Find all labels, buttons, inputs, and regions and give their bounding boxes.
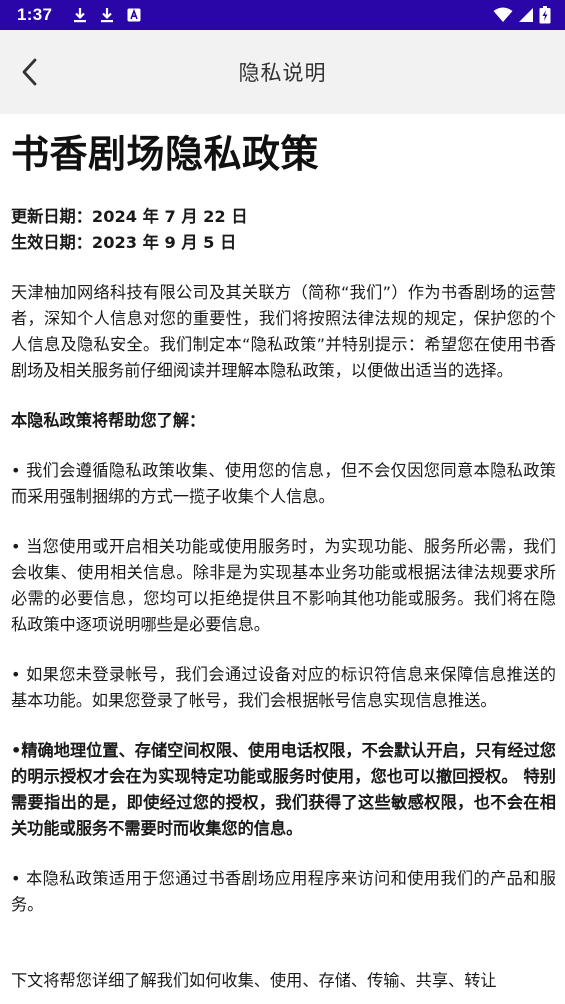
bullet-paragraph: • 当您使用或开启相关功能或使用服务时，为实现功能、服务所必需，我们会收集、使用… <box>11 537 556 634</box>
download-icon <box>74 8 87 23</box>
status-time: 1:37 <box>17 5 53 24</box>
app-bar: 隐私说明 <box>0 30 565 114</box>
sensitive-permissions-paragraph: •精确地理位置、存储空间权限、使用电话权限，不会默认开启，只有经过您的明示授权才… <box>11 741 556 838</box>
notification-icon <box>127 8 141 22</box>
download-icon <box>101 8 114 23</box>
back-button[interactable] <box>10 50 50 94</box>
privacy-policy-content[interactable]: 书香剧场隐私政策 更新日期：2024 年 7 月 22 日 生效日期：2023 … <box>11 114 556 1004</box>
chevron-left-icon <box>22 58 37 86</box>
intro-paragraph: 天津柚加网络科技有限公司及其关联方（简称“我们”）作为书香剧场的运营者，深知个人… <box>11 283 556 380</box>
bullet-paragraph: • 如果您未登录帐号，我们会通过设备对应的标识符信息来保障信息推送的基本功能。如… <box>11 665 556 710</box>
page-title: 隐私说明 <box>238 61 327 85</box>
wifi-icon <box>493 7 513 22</box>
summary-heading: 本隐私政策将帮助您了解： <box>11 411 206 430</box>
updated-date: 更新日期：2024 年 7 月 22 日 <box>11 207 248 226</box>
effective-date: 生效日期：2023 年 9 月 5 日 <box>11 233 237 252</box>
scope-paragraph: • 本隐私政策适用于您通过书香剧场应用程序来访问和使用我们的产品和服务。 <box>11 869 556 914</box>
status-right-icons <box>493 6 551 24</box>
status-bar: 1:37 <box>0 0 565 30</box>
next-paragraph: 下文将帮您详细了解我们如何收集、使用、存储、传输、共享、转让 <box>11 971 497 990</box>
dates-block: 更新日期：2024 年 7 月 22 日 生效日期：2023 年 9 月 5 日 <box>11 204 556 256</box>
bullet-paragraph: • 我们会遵循隐私政策收集、使用您的信息，但不会仅因您同意本隐私政策而采用强制捆… <box>11 461 556 506</box>
status-left-icons <box>72 7 142 23</box>
battery-charging-icon <box>539 6 551 24</box>
signal-icon <box>519 8 533 22</box>
document-title: 书香剧场隐私政策 <box>11 132 320 176</box>
